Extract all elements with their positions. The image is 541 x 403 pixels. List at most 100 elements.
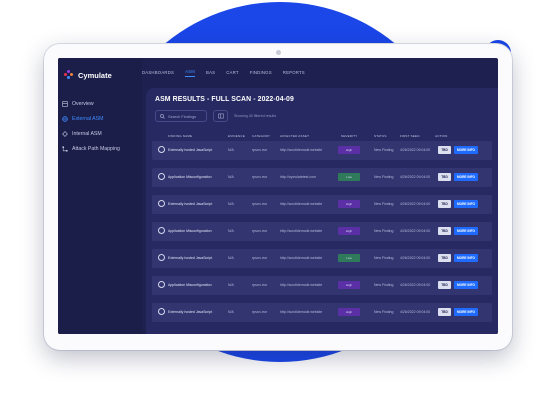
severity-badge: High (338, 146, 360, 154)
table-row[interactable]: Externally hosted JavaScript N/A rpscn-rro… (152, 249, 492, 268)
asset-cell: http://scrolldemodir.website (280, 310, 323, 314)
first-seen-cell: 4/26/2022 09:04:00 (400, 175, 431, 179)
category-cell: rpscn-rror (252, 283, 268, 287)
top-navigation: DASHBOARDS ASM BAS CART FINDINGS REPORTS (142, 66, 316, 78)
row-checkbox[interactable] (158, 200, 165, 207)
row-checkbox[interactable] (158, 308, 165, 315)
tab-asm[interactable]: ASM (185, 67, 196, 77)
asset-cell: http://scrolldemodir.website (280, 256, 323, 260)
row-checkbox[interactable] (158, 281, 165, 288)
category-cell: rpscn-rror (252, 175, 268, 179)
filter-icon (217, 113, 224, 119)
tab-cart[interactable]: CART (226, 68, 238, 77)
status-cell: New Finding (374, 202, 394, 206)
app-screen: Cymulate Overview External ASM Internal AS… (58, 58, 498, 334)
more-info-button[interactable]: MORE INFO (454, 227, 478, 235)
tbd-button[interactable]: TBD (438, 308, 451, 316)
asset-cell: http://scrolldemodir.website (280, 229, 323, 233)
camera-icon (276, 50, 281, 55)
sidebar-item-label: Internal ASM (72, 130, 102, 137)
category-cell: rpscn-rror (252, 310, 268, 314)
finding-name: Externally hosted JavaScript (168, 310, 213, 314)
table-row[interactable]: Externally hosted JavaScript N/A rpscn-rro… (152, 141, 492, 160)
logo-text: Cymulate (78, 70, 112, 80)
tab-bas[interactable]: BAS (206, 68, 215, 77)
first-seen-cell: 4/26/2022 09:04:00 (400, 202, 431, 206)
row-checkbox[interactable] (158, 254, 165, 261)
status-cell: New Finding (374, 229, 394, 233)
sidebar-item-external-asm[interactable]: External ASM (62, 111, 120, 126)
evidence-cell: N/A (228, 148, 234, 152)
tab-findings[interactable]: FINDINGS (250, 68, 272, 77)
tbd-button[interactable]: TBD (438, 281, 451, 289)
row-checkbox[interactable] (158, 146, 165, 153)
tab-reports[interactable]: REPORTS (283, 68, 305, 77)
more-info-button[interactable]: MORE INFO (454, 200, 478, 208)
external-asm-icon (62, 115, 68, 122)
column-header-first-seen: FIRST SEEN (400, 134, 420, 138)
results-panel: ASM RESULTS - FULL SCAN - 2022-04-09 Sho… (146, 88, 498, 334)
finding-name: Externally hosted JavaScript (168, 256, 213, 260)
evidence-cell: N/A (228, 283, 234, 287)
tbd-button[interactable]: TBD (438, 173, 451, 181)
finding-name: Application Misconfiguration (168, 175, 212, 179)
sidebar-item-label: Overview (72, 100, 94, 107)
finding-name: Application Misconfiguration (168, 229, 212, 233)
column-header-severity: SEVERITY (341, 134, 358, 138)
row-checkbox[interactable] (158, 173, 165, 180)
sidebar-menu: Overview External ASM Internal ASM Attack P… (62, 96, 120, 156)
status-cell: New Finding (374, 175, 394, 179)
column-header-finding-name: FINDING NAME (168, 134, 193, 138)
more-info-button[interactable]: MORE INFO (454, 254, 478, 262)
more-info-button[interactable]: MORE INFO (454, 146, 478, 154)
first-seen-cell: 4/26/2022 09:04:00 (400, 229, 431, 233)
search-box[interactable] (155, 110, 208, 122)
table-row[interactable]: Externally hosted JavaScript N/A rpscn-rro… (152, 195, 492, 214)
sidebar-item-label: Attack Path Mapping (72, 145, 120, 152)
column-header-category: CATEGORY (252, 134, 271, 138)
filter-button[interactable] (213, 110, 228, 122)
category-cell: rpscn-rror (252, 229, 268, 233)
sidebar-item-overview[interactable]: Overview (62, 96, 120, 111)
table-row[interactable]: Application Misconfiguration N/A rpscn-rro… (152, 168, 492, 187)
tab-dashboards[interactable]: DASHBOARDS (142, 68, 174, 77)
sidebar: Cymulate Overview External ASM Internal AS… (58, 58, 142, 334)
more-info-button[interactable]: MORE INFO (454, 281, 478, 289)
column-header-status: STATUS (374, 134, 387, 138)
more-info-button[interactable]: MORE INFO (454, 173, 478, 181)
more-info-button[interactable]: MORE INFO (454, 308, 478, 316)
evidence-cell: N/A (228, 229, 234, 233)
category-cell: rpscn-rror (252, 148, 268, 152)
column-header-evidence: EVIDENCE (228, 134, 245, 138)
overview-icon (62, 100, 68, 107)
sidebar-item-attack-path-mapping[interactable]: Attack Path Mapping (62, 141, 120, 156)
asset-cell: http://scrolldemodir.website (280, 202, 323, 206)
tbd-button[interactable]: TBD (438, 254, 451, 262)
evidence-cell: N/A (228, 175, 234, 179)
table-row[interactable]: Application Misconfiguration N/A rpscn-rro… (152, 276, 492, 295)
search-input[interactable] (165, 113, 208, 119)
column-header-affected-asset: AFFECTED ASSET (280, 134, 310, 138)
severity-badge: High (338, 227, 360, 235)
first-seen-cell: 4/26/2022 09:04:00 (400, 283, 431, 287)
tbd-button[interactable]: TBD (438, 227, 451, 235)
internal-asm-icon (62, 130, 68, 137)
finding-name: Externally hosted JavaScript (168, 148, 213, 152)
asset-cell: http://scrolldemodir.website (280, 283, 323, 287)
finding-name: Application Misconfiguration (168, 283, 212, 287)
logo-icon (64, 70, 74, 80)
sidebar-item-internal-asm[interactable]: Internal ASM (62, 126, 120, 141)
row-checkbox[interactable] (158, 227, 165, 234)
tbd-button[interactable]: TBD (438, 200, 451, 208)
table-row[interactable]: Application Misconfiguration N/A rpscn-rro… (152, 222, 492, 241)
logo[interactable]: Cymulate (64, 70, 112, 80)
column-header-action: ACTION (435, 134, 448, 138)
table-row[interactable]: Externally hosted JavaScript N/A rpscn-rro… (152, 303, 492, 322)
page-title: ASM RESULTS - FULL SCAN - 2022-04-09 (155, 96, 294, 103)
asset-cell: http://scrolldemodir.website (280, 148, 323, 152)
first-seen-cell: 4/26/2022 09:04:00 (400, 256, 431, 260)
finding-name: Externally hosted JavaScript (168, 202, 213, 206)
status-cell: New Finding (374, 283, 394, 287)
severity-badge: High (338, 308, 360, 316)
tbd-button[interactable]: TBD (438, 146, 451, 154)
